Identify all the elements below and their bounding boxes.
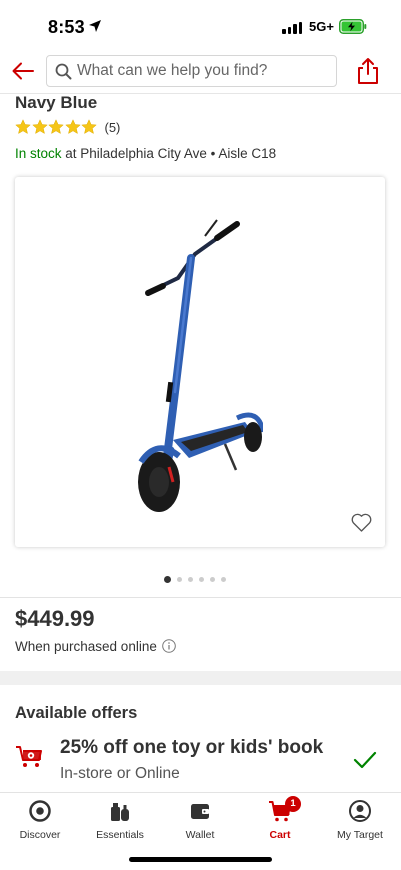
profile-icon — [349, 800, 371, 822]
carousel-dot[interactable] — [210, 577, 215, 582]
info-icon[interactable] — [162, 639, 176, 653]
cell-signal-icon — [282, 22, 302, 34]
cart-badge: 1 — [285, 796, 301, 812]
target-cart-icon — [16, 746, 42, 767]
tab-wallet[interactable]: Wallet — [160, 799, 240, 841]
section-separator — [0, 671, 401, 685]
battery-charging-icon — [339, 19, 367, 34]
carousel-dot[interactable] — [188, 577, 193, 582]
tab-cart[interactable]: 1 Cart — [240, 796, 320, 841]
tab-label: Wallet — [185, 829, 215, 841]
heart-favorite-icon[interactable] — [351, 513, 372, 532]
stock-location: at Philadelphia City Ave • Aisle C18 — [61, 146, 277, 161]
wallet-icon — [191, 804, 209, 819]
star-icon — [15, 119, 31, 135]
carousel-dot-active[interactable] — [164, 576, 171, 583]
tab-label: Cart — [269, 829, 291, 841]
back-arrow-icon[interactable] — [10, 58, 36, 84]
tab-label: My Target — [337, 829, 383, 841]
tab-my-target[interactable]: My Target — [320, 799, 400, 841]
search-icon — [55, 63, 72, 80]
tab-essentials[interactable]: Essentials — [80, 799, 160, 841]
search-input[interactable] — [77, 56, 332, 86]
star-icon — [81, 119, 97, 135]
location-arrow-icon — [89, 20, 101, 32]
share-icon[interactable] — [355, 57, 381, 85]
target-logo-icon — [29, 800, 51, 822]
tab-label: Discover — [19, 829, 61, 841]
star-icon — [64, 119, 81, 135]
top-nav — [0, 52, 401, 92]
carousel-dot[interactable] — [177, 577, 182, 582]
star-icon — [48, 119, 64, 135]
carousel-dot[interactable] — [221, 577, 226, 582]
section-divider — [0, 597, 401, 598]
star-icon — [31, 119, 48, 135]
carousel-dot[interactable] — [199, 577, 204, 582]
essentials-icon — [111, 803, 129, 821]
price-note: When purchased online — [15, 639, 157, 654]
offers-heading: Available offers — [15, 704, 138, 722]
stock-info: In stock at Philadelphia City Ave • Aisl… — [15, 146, 276, 161]
tab-discover[interactable]: Discover — [0, 799, 80, 841]
stock-status: In stock — [15, 146, 62, 161]
home-indicator[interactable] — [129, 857, 272, 862]
offer-subtitle: In-store or Online — [60, 765, 180, 782]
product-variant-name: Navy Blue — [15, 93, 98, 112]
checkmark-icon — [353, 751, 377, 769]
product-price: $449.99 — [15, 606, 95, 631]
review-count: (5) — [104, 119, 121, 135]
carousel-pagination — [164, 576, 226, 583]
status-time: 8:53 — [48, 17, 85, 37]
offer-title: 25% off one toy or kids' book — [60, 737, 324, 758]
network-type: 5G+ — [309, 19, 334, 34]
electric-scooter-image — [138, 219, 263, 512]
tab-label: Essentials — [96, 829, 144, 841]
product-image-carousel[interactable] — [15, 177, 385, 547]
product-rating[interactable]: (5) — [15, 119, 120, 135]
status-bar: 8:53 5G+ — [0, 0, 401, 52]
search-box[interactable] — [46, 55, 337, 87]
